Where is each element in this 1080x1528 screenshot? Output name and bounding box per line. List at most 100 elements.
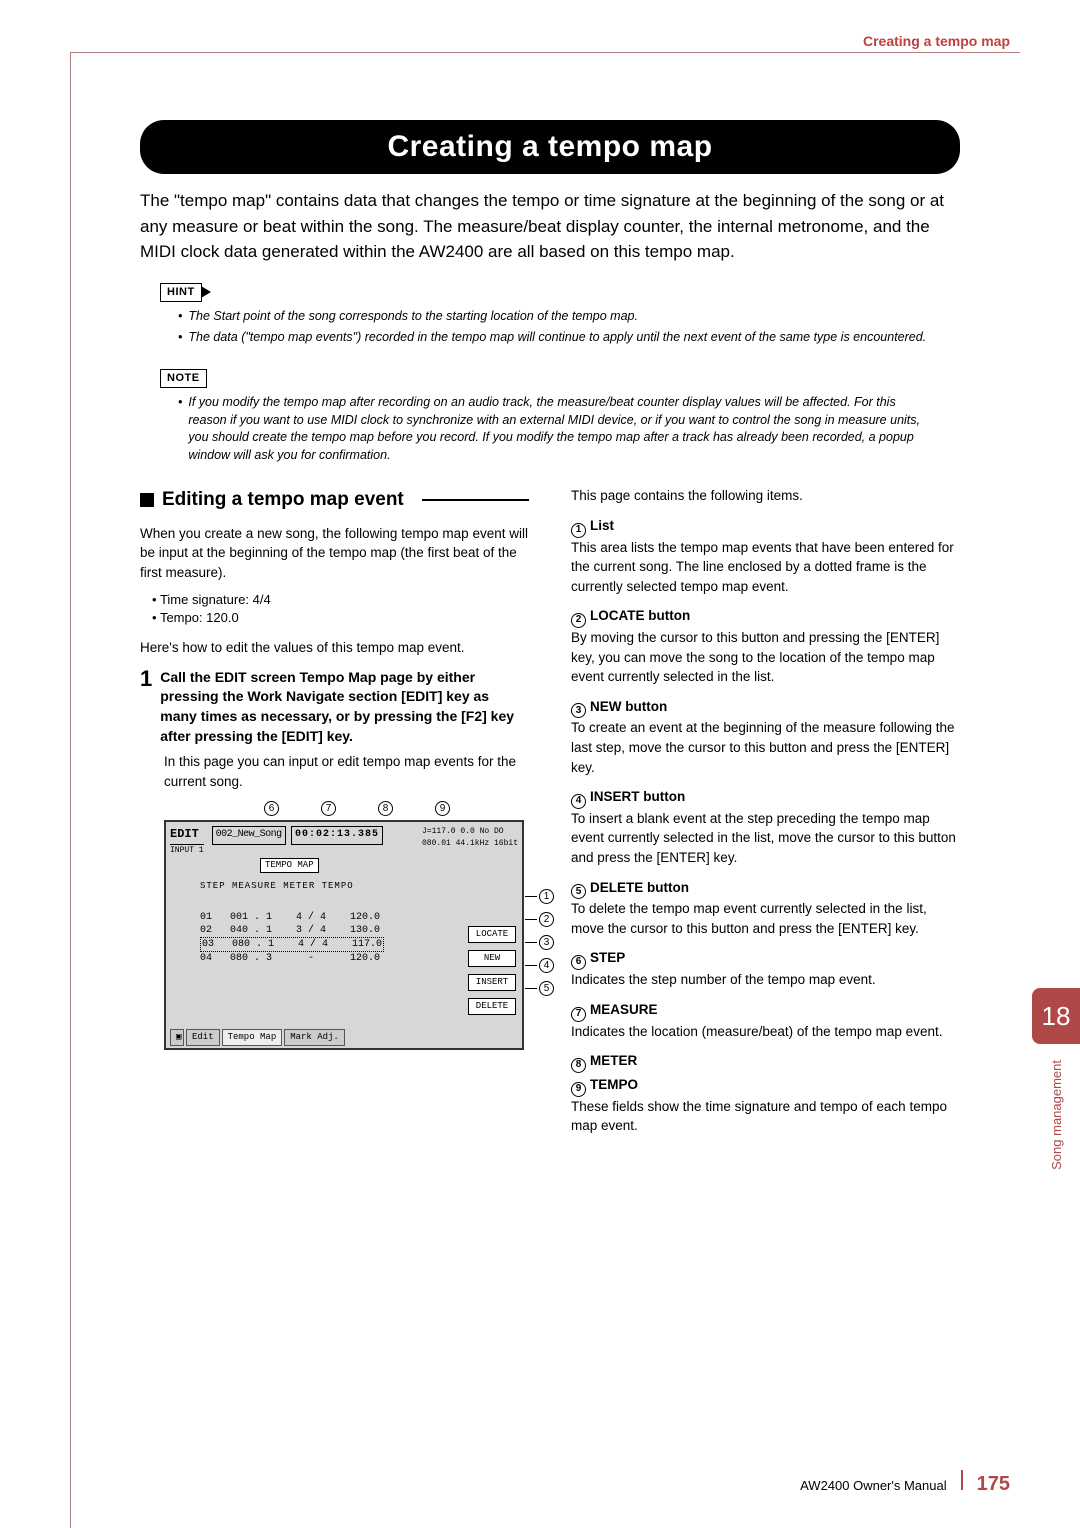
item-body: By moving the cursor to this button and … (571, 628, 960, 687)
item-meter: 8 METER (571, 1051, 960, 1073)
heading-rule (422, 499, 529, 501)
page-content: Creating a tempo map The "tempo map" con… (140, 120, 960, 1146)
callout-4: 4 (539, 958, 554, 973)
step-text: Call the EDIT screen Tempo Map page by e… (160, 668, 529, 746)
callout-5: 5 (539, 981, 554, 996)
item-num: 6 (571, 955, 586, 970)
right-lead: This page contains the following items. (571, 486, 960, 506)
heading-text: Editing a tempo map event (162, 486, 404, 514)
list-item: Tempo: 120.0 (152, 609, 529, 628)
section-heading: Editing a tempo map event (140, 486, 529, 514)
item-tempo: 9 TEMPO These fields show the time signat… (571, 1075, 960, 1136)
item-measure: 7 MEASURE Indicates the location (measure… (571, 1000, 960, 1041)
table-row: 01 001 . 1 4 / 4 120.0 (200, 911, 518, 924)
top-rule (70, 52, 1020, 53)
callout-6: 6 (264, 801, 279, 816)
screen-mode-label: EDIT (170, 826, 204, 843)
item-title: TEMPO (590, 1077, 638, 1092)
callout-2: 2 (539, 912, 554, 927)
callout-7: 7 (321, 801, 336, 816)
list-item: Time signature: 4/4 (152, 591, 529, 610)
item-num: 4 (571, 794, 586, 809)
item-num: 7 (571, 1007, 586, 1022)
callout-8: 8 (378, 801, 393, 816)
item-step: 6 STEP Indicates the step number of the t… (571, 948, 960, 989)
callout-9: 9 (435, 801, 450, 816)
item-title: LOCATE button (590, 608, 690, 623)
item-body: Indicates the step number of the tempo m… (571, 970, 960, 990)
item-title: METER (590, 1053, 637, 1068)
paragraph: Here's how to edit the values of this te… (140, 638, 529, 658)
screen-bottom-tabs: ▣ Edit Tempo Map Mark Adj. (170, 1029, 345, 1046)
screen-tab-button[interactable]: TEMPO MAP (260, 858, 319, 873)
footer: AW2400 Owner's Manual 175 (800, 1470, 1010, 1498)
step-1: 1 Call the EDIT screen Tempo Map page by… (140, 668, 529, 746)
screen-counter: 00:02:13.385 (291, 826, 383, 845)
running-header: Creating a tempo map (863, 32, 1010, 52)
tab-icon[interactable]: ▣ (170, 1029, 184, 1046)
item-locate: 2 LOCATE button By moving the cursor to t… (571, 606, 960, 686)
tab-tempo-map[interactable]: Tempo Map (222, 1029, 283, 1046)
page-title: Creating a tempo map (140, 120, 960, 174)
left-column: Editing a tempo map event When you creat… (140, 486, 529, 1145)
item-body: To insert a blank event at the step prec… (571, 809, 960, 868)
item-num: 8 (571, 1058, 586, 1073)
page-number: 175 (977, 1470, 1010, 1498)
delete-button[interactable]: DELETE (468, 998, 516, 1015)
right-column: This page contains the following items. … (571, 486, 960, 1145)
step-number: 1 (140, 668, 152, 746)
hint-body: •The Start point of the song corresponds… (178, 308, 930, 347)
table-row-selected[interactable]: 03 080 . 1 4 / 4 117.0 (200, 937, 384, 952)
tab-mark-adj[interactable]: Mark Adj. (284, 1029, 345, 1046)
item-num: 2 (571, 613, 586, 628)
item-title: STEP (590, 950, 625, 965)
screen-song-name: 002_New_Song (212, 826, 286, 845)
paragraph: When you create a new song, the followin… (140, 524, 529, 583)
item-num: 5 (571, 884, 586, 899)
manual-name: AW2400 Owner's Manual (800, 1477, 947, 1495)
item-body: Indicates the location (measure/beat) of… (571, 1022, 960, 1042)
item-body: To delete the tempo map event currently … (571, 899, 960, 938)
footer-divider (961, 1470, 963, 1490)
callout-1: 1 (539, 889, 554, 904)
screen-column-headers: STEP MEASURE METER TEMPO (200, 880, 518, 893)
screen-figure: 6 7 8 9 EDIT INPUT 1 002_New_Song 00:02:… (164, 801, 524, 1050)
defaults-list: Time signature: 4/4 Tempo: 120.0 (152, 591, 529, 629)
item-new: 3 NEW button To create an event at the be… (571, 697, 960, 777)
tab-edit[interactable]: Edit (186, 1029, 220, 1046)
item-body: To create an event at the beginning of t… (571, 718, 960, 777)
hint-item: The data ("tempo map events") recorded i… (188, 329, 926, 347)
side-rule (70, 52, 71, 1528)
item-insert: 4 INSERT button To insert a blank event a… (571, 787, 960, 867)
item-num: 9 (571, 1082, 586, 1097)
screen-input-label: INPUT 1 (170, 844, 204, 857)
top-callouts: 6 7 8 9 (264, 801, 524, 816)
heading-bullet-icon (140, 493, 154, 507)
new-button[interactable]: NEW (468, 950, 516, 967)
step-subtext: In this page you can input or edit tempo… (164, 752, 529, 791)
callout-3: 3 (539, 935, 554, 950)
screen-hdr-right: J=117.0 0.0 No DO (422, 826, 518, 838)
item-title: MEASURE (590, 1002, 658, 1017)
item-delete: 5 DELETE button To delete the tempo map e… (571, 878, 960, 939)
chapter-tab: 18 (1032, 988, 1080, 1044)
item-list: 1 List This area lists the tempo map even… (571, 516, 960, 596)
intro-paragraph: The "tempo map" contains data that chang… (140, 188, 960, 265)
locate-button[interactable]: LOCATE (468, 926, 516, 943)
item-title: List (590, 518, 614, 533)
screen-subhdr-right: 080.01 44.1kHz 16bit (422, 838, 518, 850)
item-title: INSERT button (590, 789, 685, 804)
item-num: 1 (571, 523, 586, 538)
item-num: 3 (571, 703, 586, 718)
item-body: This area lists the tempo map events tha… (571, 538, 960, 597)
item-title: DELETE button (590, 880, 689, 895)
note-text: If you modify the tempo map after record… (188, 394, 930, 464)
chapter-label: Song management (1048, 1060, 1066, 1170)
hint-item: The Start point of the song corresponds … (188, 308, 638, 326)
insert-button[interactable]: INSERT (468, 974, 516, 991)
item-title: NEW button (590, 699, 667, 714)
lcd-screen: EDIT INPUT 1 002_New_Song 00:02:13.385 J… (164, 820, 524, 1050)
item-body: These fields show the time signature and… (571, 1097, 960, 1136)
hint-label: HINT (160, 283, 202, 302)
note-body: •If you modify the tempo map after recor… (178, 394, 930, 464)
